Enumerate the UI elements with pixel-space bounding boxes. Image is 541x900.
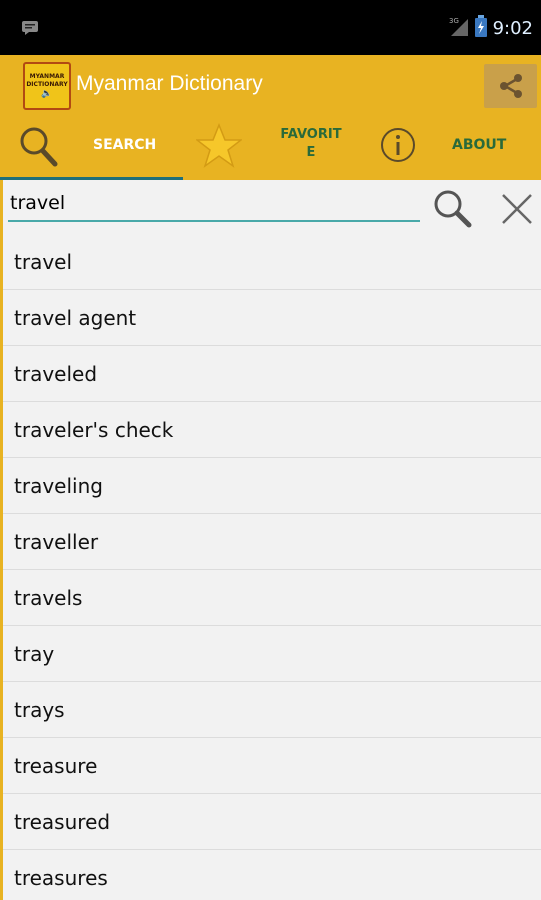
- notification-icon: [22, 20, 38, 35]
- tab-search-label: SEARCH: [93, 137, 157, 153]
- app-logo: MYANMAR DICTIONARY 🔈: [23, 62, 71, 110]
- list-item[interactable]: trays: [3, 682, 541, 738]
- app-title: Myanmar Dictionary: [76, 72, 263, 95]
- list-item[interactable]: tray: [3, 626, 541, 682]
- status-time: 9:02: [492, 17, 533, 39]
- speaker-icon: 🔈: [41, 89, 53, 99]
- tab-about-label: ABOUT: [452, 137, 507, 153]
- search-button[interactable]: [431, 188, 475, 228]
- status-bar: 3G 9:02: [0, 0, 541, 55]
- search-icon: [20, 127, 58, 167]
- close-icon: [502, 194, 532, 224]
- list-item[interactable]: traveled: [3, 346, 541, 402]
- share-button[interactable]: [484, 64, 537, 108]
- tab-bar: SEARCH FAVORITE ABOUT: [0, 117, 541, 180]
- tab-favorite[interactable]: FAVORITE: [183, 117, 358, 180]
- star-icon: [196, 123, 242, 168]
- svg-text:3G: 3G: [449, 17, 459, 25]
- signal-icon: 3G: [449, 15, 469, 41]
- share-icon: [499, 74, 522, 98]
- app-bar: MYANMAR DICTIONARY 🔈 Myanmar Dictionary: [0, 55, 541, 117]
- search-row: [3, 180, 541, 234]
- clear-button[interactable]: [496, 190, 536, 230]
- list-item[interactable]: traveller: [3, 514, 541, 570]
- status-icons: 3G 9:02: [449, 15, 533, 41]
- tab-favorite-label: FAVORITE: [280, 127, 342, 160]
- search-panel: travel travel agent traveled traveler's …: [0, 180, 541, 900]
- tab-about[interactable]: ABOUT: [358, 117, 541, 180]
- list-item[interactable]: traveling: [3, 458, 541, 514]
- battery-icon: [474, 15, 487, 41]
- list-item[interactable]: travel agent: [3, 290, 541, 346]
- list-item[interactable]: treasured: [3, 794, 541, 850]
- list-item[interactable]: travels: [3, 570, 541, 626]
- info-icon: [381, 128, 415, 162]
- list-item[interactable]: travel: [3, 234, 541, 290]
- tab-search[interactable]: SEARCH: [0, 117, 183, 180]
- search-icon: [434, 190, 472, 228]
- result-list: travel travel agent traveled traveler's …: [3, 234, 541, 900]
- search-input[interactable]: [8, 186, 420, 222]
- app-screen: 3G 9:02 MYANMAR DICTIONARY 🔈 Myanmar Dic…: [0, 0, 541, 900]
- list-item[interactable]: treasure: [3, 738, 541, 794]
- list-item[interactable]: treasures: [3, 850, 541, 900]
- list-item[interactable]: traveler's check: [3, 402, 541, 458]
